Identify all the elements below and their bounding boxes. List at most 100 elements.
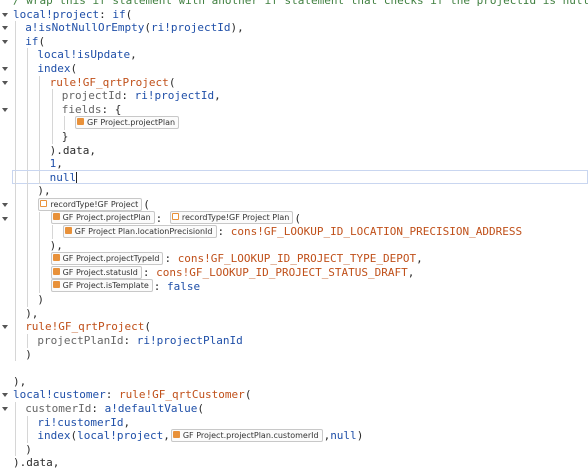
code-token: :	[105, 388, 119, 402]
code-line[interactable]: ),	[37, 184, 50, 198]
indent-guide	[27, 89, 29, 103]
record-field-chip[interactable]: GF Project.projectPlan	[50, 211, 155, 225]
code-line[interactable]: )	[37, 293, 44, 307]
code-token: ).data,	[49, 143, 96, 157]
fold-toggle-icon[interactable]	[2, 325, 8, 330]
record-field-icon	[52, 281, 60, 289]
code-token: a!isNotNullOrEmpty	[25, 21, 145, 35]
code-token: rule!GF_qrtCustomer	[118, 388, 245, 402]
code-token: projectId	[61, 89, 122, 103]
indent-guide	[15, 429, 16, 443]
record-field-icon	[52, 267, 60, 275]
code-line[interactable]: ri!customerId,	[37, 416, 130, 430]
code-line[interactable]: GF Project.projectTypeId: cons!GF_LOOKUP…	[50, 251, 423, 266]
record-field-chip[interactable]: GF Project.statusId	[50, 265, 142, 279]
code-token: :	[153, 279, 167, 293]
indent-guide	[15, 143, 16, 158]
code-line[interactable]: ),	[50, 239, 63, 253]
code-token: )	[37, 293, 45, 307]
record-field-chip[interactable]: GF Project.projectPlan	[75, 115, 180, 129]
code-line[interactable]: }	[62, 130, 69, 144]
code-line[interactable]: GF Project.statusId: cons!GF_LOOKUP_ID_P…	[50, 265, 414, 280]
indent-guide	[15, 266, 16, 280]
indent-guide	[39, 170, 41, 185]
fold-toggle-icon[interactable]	[2, 203, 8, 207]
record-field-icon	[64, 226, 72, 234]
record-field-chip[interactable]: GF Project Plan.locationPrecisionId	[62, 224, 217, 238]
code-line[interactable]: / wrap this if statement with another if…	[13, 0, 588, 8]
indent-guide	[15, 116, 16, 130]
code-editor[interactable]: / wrap this if statement with another if…	[0, 0, 588, 472]
code-line[interactable]: fields: {	[62, 103, 122, 117]
code-token: local!isUpdate	[37, 48, 131, 62]
code-line[interactable]: ),	[25, 307, 38, 321]
code-token: a!defaultValue	[104, 402, 198, 415]
indent-guide	[27, 75, 29, 90]
code-line[interactable]: index(	[37, 62, 77, 76]
record-field-chip[interactable]: GF Project.isTemplate	[50, 279, 153, 293]
code-line[interactable]: ),	[13, 375, 26, 389]
indent-guide	[15, 75, 16, 90]
code-line[interactable]: local!isUpdate,	[37, 48, 136, 62]
code-line[interactable]: GF Project.projectPlan	[74, 115, 180, 130]
code-line[interactable]: ).data,	[50, 144, 96, 158]
indent-guide	[27, 279, 29, 294]
code-line[interactable]: a!isNotNullOrEmpty(ri!projectId),	[25, 21, 244, 35]
fold-toggle-icon[interactable]	[2, 216, 8, 221]
code-line[interactable]: )	[25, 348, 32, 362]
code-token: ,	[416, 252, 423, 266]
fold-toggle-icon[interactable]	[2, 67, 8, 71]
code-line[interactable]: local!customer: rule!GF_qrtCustomer(	[13, 388, 251, 402]
code-line[interactable]: ).data,	[13, 456, 59, 470]
record-type-chip[interactable]: recordType!GF Project	[38, 197, 143, 211]
code-token: ,	[56, 157, 63, 171]
code-line[interactable]: null	[50, 171, 78, 185]
code-line[interactable]: 1,	[50, 157, 63, 171]
code-line[interactable]: GF Project Plan.locationPrecisionId: con…	[62, 224, 522, 239]
code-token: ,	[163, 429, 170, 443]
chip-label: recordType!GF Project	[50, 199, 139, 209]
code-line[interactable]: rule!GF_qrtProject(	[25, 320, 151, 334]
indent-guide	[39, 225, 41, 239]
record-field-icon	[52, 253, 60, 261]
indent-guide	[51, 116, 53, 130]
fold-gutter	[0, 0, 11, 472]
code-token: :	[142, 266, 157, 279]
code-line[interactable]: rule!GF_qrtProject(	[50, 76, 176, 90]
code-line[interactable]: )	[25, 443, 32, 457]
indent-guide	[15, 238, 16, 253]
fold-toggle-icon[interactable]	[2, 107, 8, 112]
code-line[interactable]: projectId: ri!projectId,	[62, 89, 221, 103]
code-token: )	[356, 429, 364, 443]
indent-guide	[27, 211, 29, 226]
code-line[interactable]: GF Project.isTemplate: false	[50, 279, 200, 294]
fold-toggle-icon[interactable]	[2, 80, 8, 85]
indent-guide	[27, 293, 29, 307]
code-line[interactable]: customerId: a!defaultValue(	[25, 402, 204, 416]
fold-toggle-icon[interactable]	[2, 407, 8, 411]
indent-guide	[15, 320, 16, 334]
indent-guide	[15, 442, 16, 457]
code-token: ),	[13, 374, 27, 388]
fold-toggle-icon[interactable]	[2, 12, 8, 17]
record-field-chip[interactable]: GF Project.projectTypeId	[50, 251, 164, 265]
indent-guide	[15, 306, 16, 321]
code-line[interactable]: projectPlanId: ri!projectPlanId	[37, 334, 242, 348]
indent-guide	[51, 102, 53, 117]
indent-guide	[51, 225, 53, 239]
code-line[interactable]: if(	[25, 35, 45, 49]
fold-toggle-icon[interactable]	[2, 39, 8, 44]
code-token: :	[123, 334, 137, 347]
record-field-icon	[52, 213, 60, 221]
fold-toggle-icon[interactable]	[2, 26, 8, 31]
code-line[interactable]: local!project: if(	[13, 8, 132, 22]
fold-toggle-icon[interactable]	[2, 393, 8, 398]
code-line[interactable]: recordType!GF Project (	[37, 197, 150, 212]
record-field-chip[interactable]: GF Project.projectPlan.customerId	[170, 428, 323, 442]
code-token: projectPlanId	[37, 334, 124, 347]
code-line[interactable]: GF Project.projectPlan: recordType!GF Pr…	[50, 211, 301, 226]
code-token: local!project	[13, 7, 100, 21]
indent-guide	[15, 184, 16, 198]
code-line[interactable]: index(local!project, GF Project.projectPl…	[37, 428, 364, 443]
record-type-chip[interactable]: recordType!GF Project Plan	[169, 211, 294, 225]
